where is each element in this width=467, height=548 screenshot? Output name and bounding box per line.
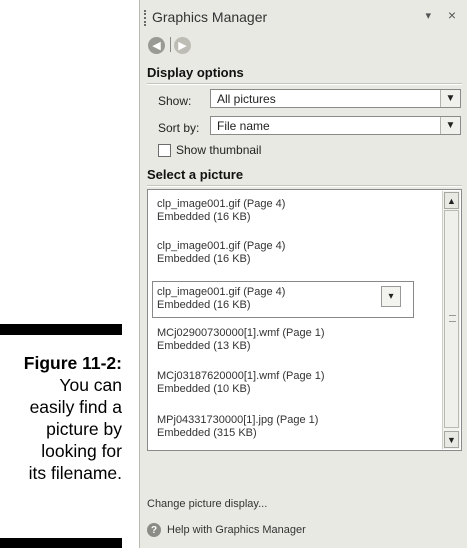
figure-caption-text: You can easily find a picture by looking… — [28, 375, 122, 483]
show-select-value: All pictures — [217, 92, 276, 106]
picture-detail: Embedded (10 KB) — [157, 383, 251, 395]
show-thumbnail-option[interactable]: Show thumbnail — [158, 143, 261, 157]
picture-filename: clp_image001.gif (Page 4) — [157, 286, 286, 298]
sort-by-label: Sort by: — [158, 121, 200, 135]
item-options-dropdown-icon[interactable]: ▾ — [381, 286, 401, 307]
change-picture-display-link[interactable]: Change picture display... — [147, 498, 267, 510]
scroll-thumb[interactable] — [444, 210, 459, 428]
help-link[interactable]: ? Help with Graphics Manager — [147, 523, 306, 537]
show-thumbnail-checkbox[interactable] — [158, 143, 171, 157]
pane-grip-handle[interactable] — [144, 10, 148, 26]
picture-detail: Embedded (315 KB) — [157, 427, 257, 439]
display-options-heading: Display options — [147, 65, 244, 80]
picture-detail: Embedded (16 KB) — [157, 211, 251, 223]
sort-by-select-value: File name — [217, 119, 270, 133]
picture-detail: Embedded (16 KB) — [157, 299, 251, 311]
chevron-down-icon[interactable]: ▼ — [440, 117, 460, 134]
caption-bottom-rule — [0, 538, 122, 548]
pane-close-icon[interactable]: × — [448, 7, 456, 23]
pane-title: Graphics Manager — [152, 9, 268, 25]
list-scrollbar[interactable]: ▲ ▼ — [442, 191, 460, 449]
picture-filename: clp_image001.gif (Page 4) — [157, 240, 286, 252]
display-options-divider — [147, 84, 462, 85]
picture-list[interactable]: clp_image001.gif (Page 4) Embedded (16 K… — [147, 189, 462, 451]
show-select[interactable]: All pictures ▼ — [210, 89, 461, 108]
figure-number: Figure 11-2: — [23, 353, 122, 373]
nav-separator — [170, 37, 171, 52]
caption-top-rule — [0, 324, 122, 335]
help-link-label[interactable]: Help with Graphics Manager — [167, 524, 306, 536]
show-thumbnail-label[interactable]: Show thumbnail — [176, 143, 261, 157]
scroll-up-icon[interactable]: ▲ — [444, 192, 459, 209]
list-item[interactable]: clp_image001.gif (Page 4) Embedded (16 K… — [157, 198, 285, 224]
figure-caption: Figure 11-2: You can easily find a pictu… — [0, 352, 122, 484]
graphics-manager-pane: Graphics Manager ▾ × ◀ ▶ Display options… — [139, 0, 467, 548]
picture-filename: clp_image001.gif (Page 4) — [157, 198, 286, 210]
pane-navigation: ◀ ▶ — [148, 34, 198, 56]
help-icon: ? — [147, 523, 161, 537]
picture-detail: Embedded (16 KB) — [157, 253, 251, 265]
chevron-down-icon[interactable]: ▼ — [440, 90, 460, 107]
pane-title-bar[interactable]: Graphics Manager ▾ × — [140, 6, 467, 28]
back-button[interactable]: ◀ — [148, 36, 165, 54]
list-item[interactable]: MCj02900730000[1].wmf (Page 1) Embedded … — [157, 327, 325, 353]
sort-by-select[interactable]: File name ▼ — [210, 116, 461, 135]
picture-filename: MPj04331730000[1].jpg (Page 1) — [157, 414, 319, 426]
list-item-selected[interactable]: clp_image001.gif (Page 4) Embedded (16 K… — [157, 286, 285, 312]
list-item[interactable]: MCj03187620000[1].wmf (Page 1) Embedded … — [157, 370, 325, 396]
list-item[interactable]: clp_image001.gif (Page 4) Embedded (16 K… — [157, 240, 285, 266]
picture-detail: Embedded (13 KB) — [157, 340, 251, 352]
list-item[interactable]: MPj04331730000[1].jpg (Page 1) Embedded … — [157, 414, 318, 440]
pane-menu-dropdown-icon[interactable]: ▾ — [425, 9, 431, 22]
select-picture-divider — [147, 186, 462, 187]
select-picture-heading: Select a picture — [147, 167, 244, 182]
picture-filename: MCj02900730000[1].wmf (Page 1) — [157, 327, 325, 339]
scroll-thumb-grip — [449, 315, 456, 322]
scroll-down-icon[interactable]: ▼ — [444, 431, 459, 448]
show-label: Show: — [158, 94, 192, 108]
forward-button[interactable]: ▶ — [174, 36, 191, 54]
picture-filename: MCj03187620000[1].wmf (Page 1) — [157, 370, 325, 382]
